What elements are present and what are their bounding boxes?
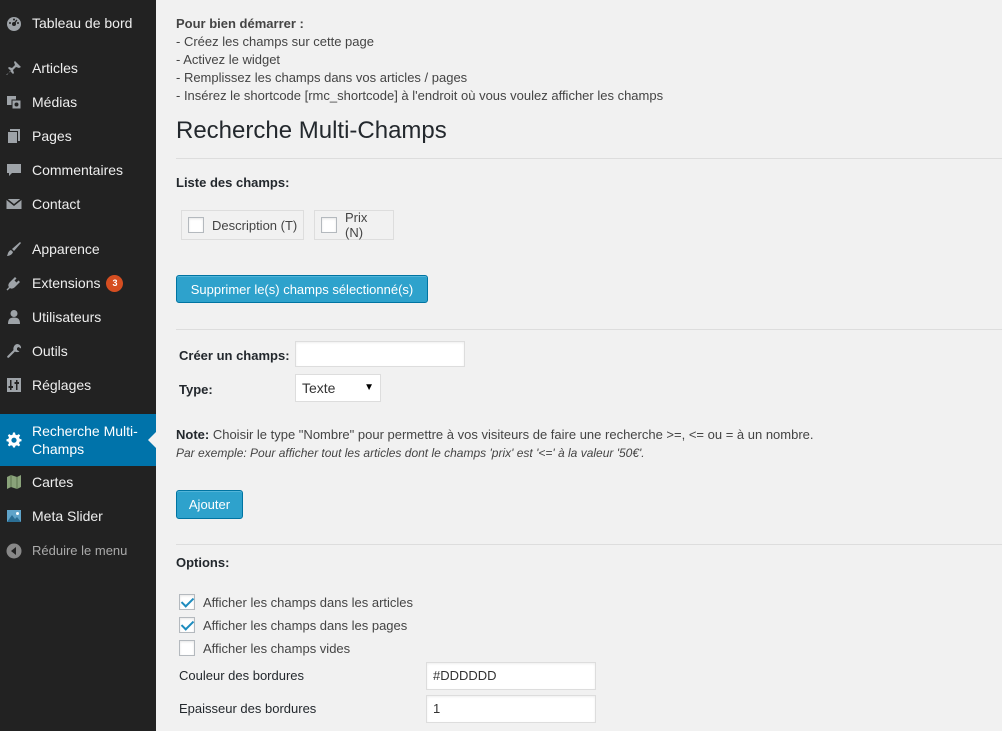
delete-selected-fields-button[interactable]: Supprimer le(s) champs sélectionné(s) — [176, 275, 428, 303]
sidebar-item-tools[interactable]: Outils — [0, 334, 156, 368]
sidebar-item-settings[interactable]: Réglages — [0, 368, 156, 402]
user-icon — [6, 309, 22, 325]
sidebar-item-label: Utilisateurs — [32, 309, 102, 325]
sidebar-item-label: Articles — [32, 60, 78, 76]
note-bold: Note: — [176, 427, 210, 442]
divider — [176, 329, 1002, 330]
sidebar-item-label: Médias — [32, 94, 78, 110]
divider — [176, 158, 1002, 159]
field-item-prix[interactable]: Prix (N) — [314, 210, 394, 240]
border-width-input[interactable]: 1 — [426, 695, 596, 723]
type-label: Type: — [179, 382, 213, 397]
option-checkbox[interactable] — [179, 617, 195, 633]
map-icon — [6, 474, 22, 490]
media-icon — [6, 94, 22, 110]
sidebar-item-label: Réglages — [32, 377, 92, 393]
admin-sidebar: Tableau de bord Articles Médias Pages Co… — [0, 0, 156, 731]
option-show-in-pages[interactable]: Afficher les champs dans les pages — [179, 617, 407, 633]
option-label: Afficher les champs dans les articles — [203, 594, 414, 610]
sidebar-item-recherche-multi-champs[interactable]: Recherche Multi-Champs — [0, 414, 156, 466]
create-field-input[interactable] — [295, 341, 465, 367]
fields-list-label: Liste des champs: — [176, 175, 290, 190]
intro-line: - Remplissez les champs dans vos article… — [176, 70, 468, 85]
sidebar-item-dashboard[interactable]: Tableau de bord — [0, 6, 156, 40]
option-show-in-articles[interactable]: Afficher les champs dans les articles — [179, 594, 413, 610]
plugin-icon — [6, 275, 22, 291]
intro-title: Pour bien démarrer : — [176, 16, 304, 31]
collapse-label: Réduire le menu — [32, 543, 128, 558]
update-count-badge: 3 — [106, 274, 124, 292]
sidebar-item-label: Meta Slider — [32, 508, 103, 524]
getting-started-intro: Pour bien démarrer : - Créez les champs … — [176, 15, 663, 105]
type-note: Note: Choisir le type "Nombre" pour perm… — [176, 426, 814, 462]
field-checkbox[interactable] — [188, 217, 204, 233]
option-checkbox[interactable] — [179, 640, 195, 656]
sidebar-item-label: Contact — [32, 196, 81, 212]
comment-icon — [6, 162, 22, 178]
sidebar-item-label: Apparence — [32, 241, 100, 257]
option-show-empty[interactable]: Afficher les champs vides — [179, 640, 350, 656]
gear-icon — [6, 432, 22, 448]
page-title: Recherche Multi-Champs — [176, 117, 447, 144]
border-width-label: Epaisseur des bordures — [179, 701, 317, 716]
sidebar-item-media[interactable]: Médias — [0, 85, 156, 119]
option-checkbox[interactable] — [179, 594, 195, 610]
sidebar-item-label: Extensions — [32, 275, 101, 291]
sidebar-item-appearance[interactable]: Apparence — [0, 232, 156, 266]
pin-icon — [6, 60, 22, 76]
sidebar-item-pages[interactable]: Pages — [0, 119, 156, 153]
pages-icon — [6, 128, 22, 144]
sidebar-item-label: Tableau de bord — [32, 15, 133, 31]
option-label: Afficher les champs dans les pages — [203, 617, 408, 633]
main-content: Pour bien démarrer : - Créez les champs … — [176, 0, 1002, 731]
sidebar-item-extensions[interactable]: Extensions 3 — [0, 266, 156, 300]
image-icon — [6, 508, 22, 524]
field-item-description[interactable]: Description (T) — [181, 210, 304, 240]
sidebar-item-contact[interactable]: Contact — [0, 187, 156, 221]
dashboard-icon — [6, 15, 22, 31]
type-selected-value: Texte — [302, 380, 336, 396]
collapse-arrow-icon — [6, 543, 22, 559]
border-color-input[interactable]: #DDDDDD — [426, 662, 596, 690]
sidebar-item-label: Recherche Multi-Champs — [32, 423, 138, 457]
option-label: Afficher les champs vides — [203, 640, 351, 656]
sidebar-item-meta-slider[interactable]: Meta Slider — [0, 499, 156, 533]
sidebar-item-label: Pages — [32, 128, 72, 144]
field-label: Description (T) — [212, 217, 298, 233]
sidebar-item-articles[interactable]: Articles — [0, 51, 156, 85]
sidebar-item-comments[interactable]: Commentaires — [0, 153, 156, 187]
collapse-menu-button[interactable]: Réduire le menu — [0, 534, 156, 568]
intro-line: - Activez le widget — [176, 52, 281, 67]
sidebar-item-users[interactable]: Utilisateurs — [0, 300, 156, 334]
wrench-icon — [6, 343, 22, 359]
sidebar-item-label: Outils — [32, 343, 68, 359]
field-label: Prix (N) — [345, 210, 368, 240]
add-field-button[interactable]: Ajouter — [176, 490, 243, 519]
brush-icon — [6, 241, 22, 257]
intro-line: - Créez les champs sur cette page — [176, 34, 374, 49]
type-select[interactable]: Texte ▼ — [295, 374, 381, 402]
border-color-label: Couleur des bordures — [179, 668, 305, 683]
field-checkbox[interactable] — [321, 217, 337, 233]
note-text: Choisir le type "Nombre" pour permettre … — [209, 427, 814, 442]
dropdown-arrow-icon: ▼ — [364, 382, 374, 393]
sidebar-item-label: Cartes — [32, 474, 74, 490]
sidebar-item-label: Commentaires — [32, 162, 124, 178]
sidebar-item-cartes[interactable]: Cartes — [0, 465, 156, 499]
divider — [176, 544, 1002, 545]
intro-line: - Insérez le shortcode [rmc_shortcode] à… — [176, 88, 664, 103]
options-label: Options: — [176, 555, 230, 570]
note-example: Par exemple: Pour afficher tout les arti… — [176, 446, 645, 460]
create-field-label: Créer un champs: — [179, 348, 290, 363]
settings-sliders-icon — [6, 377, 22, 393]
mail-icon — [6, 196, 22, 212]
